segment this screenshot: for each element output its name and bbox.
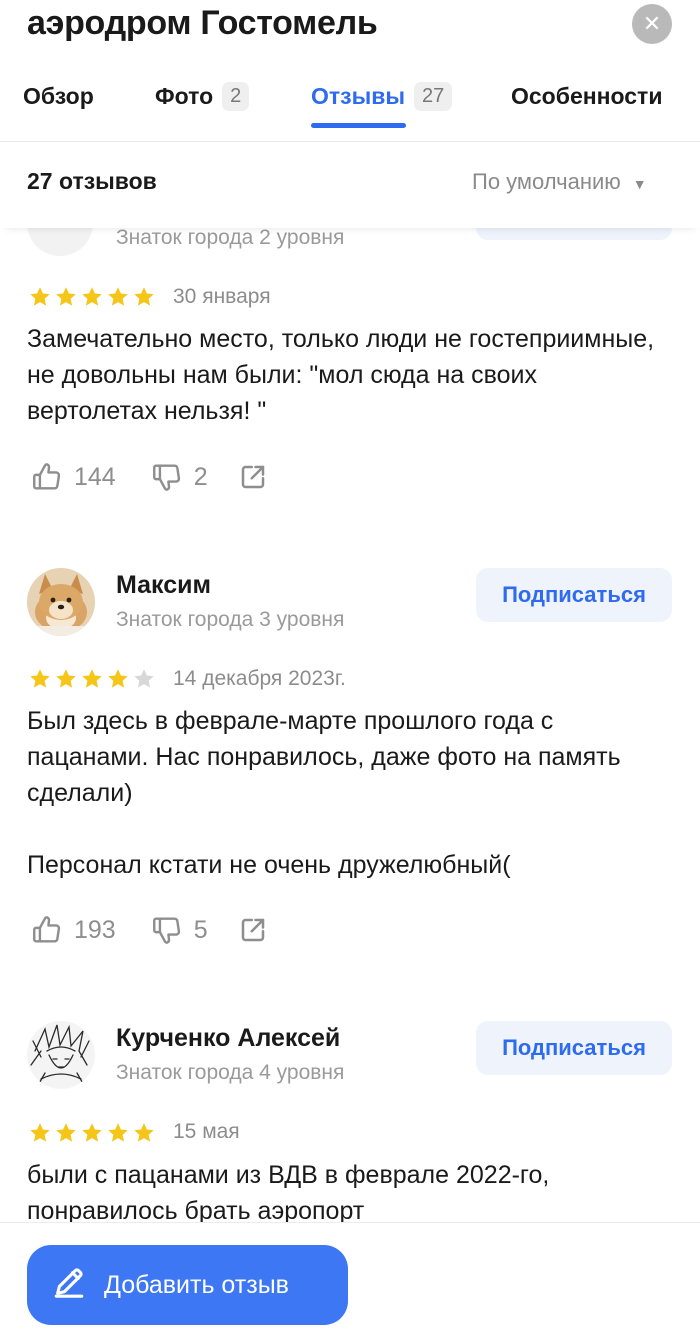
thumb-up-icon (30, 913, 64, 947)
footer-bar: Добавить отзыв (0, 1222, 700, 1332)
review-date: 14 декабря 2023г. (173, 667, 346, 690)
avatar[interactable] (27, 568, 95, 636)
reviews-sortbar: 27 отзывов По умолчанию ▼ (0, 142, 700, 228)
author-name[interactable]: Максим (116, 571, 211, 600)
star-icon (82, 287, 102, 306)
rating-stars (28, 667, 156, 691)
rating-stars (28, 1121, 156, 1145)
tab-photos[interactable]: Фото 2 (155, 76, 250, 116)
star-icon (134, 287, 154, 306)
review-date: 30 января (173, 285, 271, 308)
tab-label: Отзывы (311, 82, 406, 109)
thumb-down-icon (150, 913, 184, 947)
dislike-count: 5 (193, 915, 208, 944)
author-level: Знаток города 4 уровня (116, 1061, 345, 1084)
like-count: 144 (74, 462, 116, 491)
like-count: 193 (74, 915, 116, 944)
thumb-up-icon (30, 460, 64, 494)
star-icon (30, 287, 50, 306)
tab-count-badge: 27 (414, 81, 453, 111)
star-icon (82, 669, 102, 688)
tab-label: Обзор (23, 82, 94, 109)
share-icon (238, 915, 268, 945)
dislike-button[interactable]: 5 (150, 913, 208, 947)
share-button[interactable] (238, 462, 268, 492)
like-button[interactable]: 193 (30, 913, 116, 947)
tab-reviews[interactable]: Отзывы 27 (311, 76, 453, 116)
tab-count-badge: 2 (222, 81, 250, 111)
review-actions: 193 5 (30, 912, 268, 948)
review-actions: 144 2 (30, 459, 268, 495)
close-icon: ✕ (642, 11, 662, 36)
subscribe-button[interactable]: Подписаться (476, 568, 672, 622)
tab-features[interactable]: Особенности (511, 76, 662, 116)
tab-label: Особенности (511, 82, 663, 109)
like-button[interactable]: 144 (30, 460, 116, 494)
review-text: Замечательно место, только люди не госте… (27, 325, 655, 425)
star-icon (82, 1123, 102, 1142)
add-review-button[interactable]: Добавить отзыв (27, 1245, 348, 1325)
add-review-label: Добавить отзыв (104, 1270, 289, 1299)
avatar[interactable] (27, 1021, 95, 1089)
review-text: были с пацанами из ВДВ в феврале 2022-го… (27, 1161, 550, 1225)
chevron-down-icon: ▼ (632, 176, 647, 192)
star-icon (56, 669, 76, 688)
dislike-count: 2 (193, 462, 208, 491)
review-text: Был здесь в феврале-марте прошлого года … (27, 707, 621, 879)
thumb-down-icon (150, 460, 184, 494)
tab-bar: Обзор Фото 2 Отзывы 27 Особенности (0, 76, 700, 128)
star-icon (30, 1123, 50, 1142)
sort-dropdown[interactable]: По умолчанию ▼ (472, 169, 647, 195)
close-button[interactable]: ✕ (632, 4, 672, 44)
star-icon (56, 1123, 76, 1142)
active-tab-indicator (311, 123, 406, 128)
star-icon (134, 669, 154, 688)
sort-label: По умолчанию (472, 169, 621, 194)
star-icon (30, 669, 50, 688)
star-icon (108, 287, 128, 306)
tab-label: Фото (155, 82, 214, 109)
author-name[interactable]: Курченко Алексей (116, 1024, 340, 1053)
author-level: Знаток города 3 уровня (116, 608, 345, 631)
share-button[interactable] (238, 915, 268, 945)
review-date: 15 мая (173, 1120, 240, 1143)
star-icon (134, 1123, 154, 1142)
pencil-icon (27, 1265, 104, 1306)
share-icon (238, 462, 268, 492)
tab-overview[interactable]: Обзор (23, 76, 94, 116)
star-icon (108, 669, 128, 688)
star-icon (108, 1123, 128, 1142)
page-title: аэродром Гостомель (27, 4, 378, 42)
dog-avatar-image (27, 568, 95, 636)
star-icon (56, 287, 76, 306)
subscribe-button[interactable]: Подписаться (476, 1021, 672, 1075)
author-level: Знаток города 2 уровня (116, 226, 345, 249)
reviews-count: 27 отзывов (27, 168, 157, 194)
place-header: аэродром Гостомель ✕ Обзор Фото 2 Отзывы 2… (0, 0, 700, 142)
dislike-button[interactable]: 2 (150, 460, 208, 494)
sketch-avatar-image (27, 1021, 95, 1089)
rating-stars (28, 285, 156, 309)
